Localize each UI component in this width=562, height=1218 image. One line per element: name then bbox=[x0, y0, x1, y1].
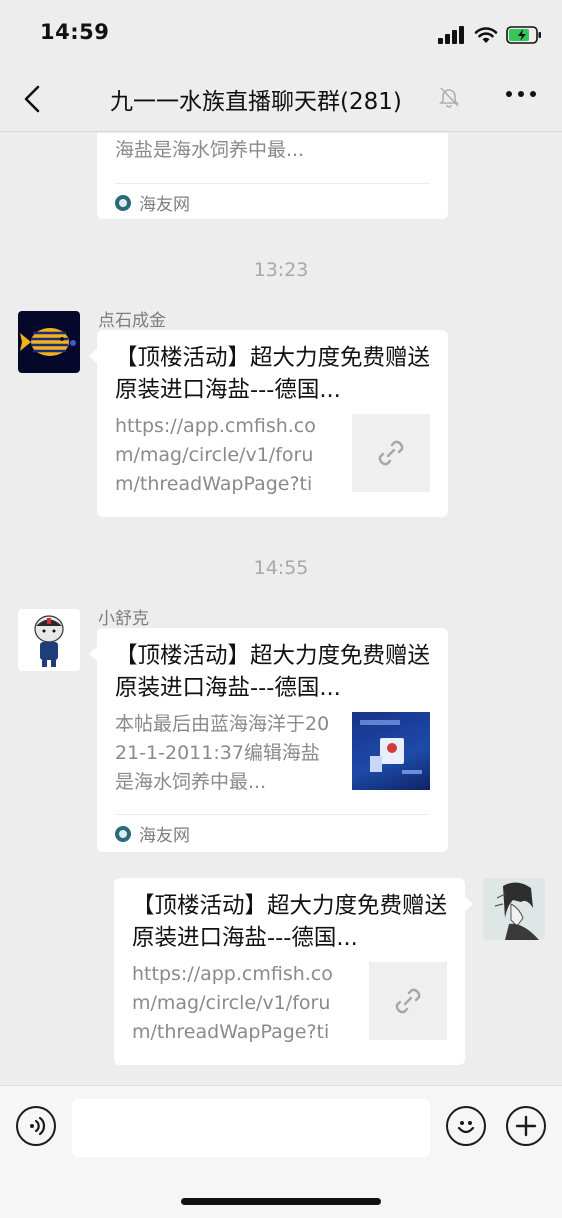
emoji-button[interactable] bbox=[446, 1106, 486, 1146]
message-input[interactable] bbox=[72, 1099, 430, 1157]
link-icon bbox=[378, 440, 404, 466]
avatar[interactable] bbox=[18, 609, 80, 671]
message-card-top[interactable]: 海盐是海水饲养中最... 海友网 bbox=[97, 133, 448, 219]
card-title: 【顶楼活动】超大力度免费赠送原装进口海盐---德国... bbox=[132, 893, 448, 951]
card-desc: 本帖最后由蓝海海洋于2021-1-2011:37编辑海盐是海水饲养中最... bbox=[115, 713, 330, 793]
avatar[interactable] bbox=[18, 311, 80, 373]
card-thumbnail bbox=[352, 414, 430, 492]
home-indicator[interactable] bbox=[181, 1198, 381, 1205]
status-time: 14:59 bbox=[40, 20, 110, 44]
card-source: 海友网 bbox=[115, 190, 190, 215]
timestamp: 14:55 bbox=[253, 557, 309, 579]
sketch-person-avatar-icon bbox=[483, 878, 545, 940]
voice-icon bbox=[30, 1116, 46, 1136]
signal-icon bbox=[438, 26, 464, 44]
chat-title-text: 九一一水族直播聊天群 bbox=[110, 89, 340, 115]
sender-name: 小舒克 bbox=[98, 609, 149, 629]
chat-message-list[interactable]: 海盐是海水饲养中最... 海友网 13:23 点石成金 【顶楼活动】超大力度免费… bbox=[0, 133, 562, 1085]
haiyou-logo-icon bbox=[115, 825, 131, 842]
card-desc: https://app.cmfish.com/mag/circle/v1/for… bbox=[132, 963, 333, 1043]
cartoon-person-avatar-icon bbox=[18, 609, 80, 671]
chat-header: 九一一水族直播聊天群(281) bbox=[0, 64, 562, 132]
more-dots-icon[interactable] bbox=[506, 91, 536, 99]
chevron-left-icon[interactable] bbox=[18, 84, 48, 114]
chat-title: 九一一水族直播聊天群(281) bbox=[110, 82, 402, 116]
plus-button[interactable] bbox=[506, 1106, 546, 1146]
wifi-icon bbox=[474, 27, 498, 43]
timestamp: 13:23 bbox=[253, 259, 309, 281]
fish-avatar-icon bbox=[18, 311, 80, 373]
card-desc: https://app.cmfish.com/mag/circle/v1/for… bbox=[115, 415, 316, 495]
member-count: (281) bbox=[340, 89, 402, 115]
product-image-icon bbox=[360, 720, 422, 774]
card-desc: 海盐是海水饲养中最... bbox=[115, 139, 305, 161]
plus-icon bbox=[515, 1115, 537, 1137]
card-title: 【顶楼活动】超大力度免费赠送原装进口海盐---德国... bbox=[115, 643, 431, 701]
link-icon bbox=[395, 988, 421, 1014]
card-source-label: 海友网 bbox=[139, 826, 190, 846]
haiyou-logo-icon bbox=[115, 194, 131, 211]
avatar-self[interactable] bbox=[483, 878, 545, 940]
emoji-icon bbox=[457, 1121, 475, 1134]
message-card[interactable]: 【顶楼活动】超大力度免费赠送原装进口海盐---德国... https://app… bbox=[89, 330, 448, 517]
battery-icon bbox=[506, 26, 541, 44]
card-source-label: 海友网 bbox=[139, 195, 190, 215]
card-source: 海友网 bbox=[115, 821, 190, 846]
card-thumbnail bbox=[369, 962, 447, 1040]
status-icons bbox=[438, 24, 542, 46]
card-thumbnail bbox=[352, 712, 430, 790]
bell-slash-icon bbox=[439, 87, 459, 108]
voice-button[interactable] bbox=[16, 1106, 56, 1146]
message-card[interactable]: 【顶楼活动】超大力度免费赠送原装进口海盐---德国... 本帖最后由蓝海海洋于2… bbox=[89, 628, 448, 852]
sender-name: 点石成金 bbox=[98, 311, 166, 331]
card-title: 【顶楼活动】超大力度免费赠送原装进口海盐---德国... bbox=[115, 345, 431, 403]
message-card-self[interactable]: 【顶楼活动】超大力度免费赠送原装进口海盐---德国... https://app… bbox=[114, 878, 473, 1065]
